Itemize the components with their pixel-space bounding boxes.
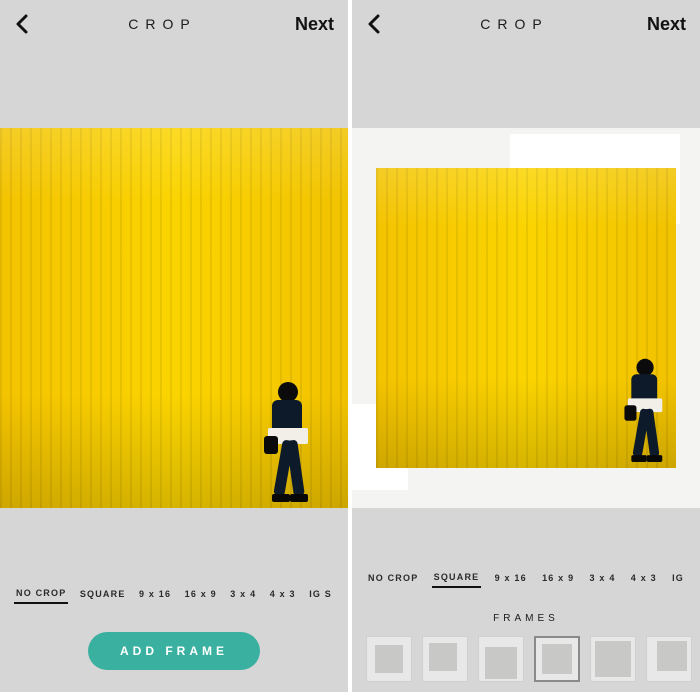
ratio-3x4[interactable]: 3 x 4 <box>588 569 618 587</box>
aspect-ratio-row: NO CROP SQUARE 9 x 16 16 x 9 3 x 4 4 x 3… <box>352 568 700 588</box>
ratio-16x9[interactable]: 16 x 9 <box>540 569 576 587</box>
topbar: CROP Next <box>352 0 700 48</box>
frames-section-label: FRAMES <box>352 613 700 624</box>
crop-preview[interactable] <box>0 128 348 508</box>
next-button[interactable]: Next <box>295 14 334 35</box>
frame-thumb-3[interactable] <box>478 636 524 682</box>
ratio-4x3[interactable]: 4 x 3 <box>268 585 298 603</box>
screen-crop-left: CROP Next NO CROP SQUARE 9 x 16 16 x 9 3… <box>0 0 348 692</box>
frames-row <box>352 636 700 682</box>
ratio-no-crop[interactable]: NO CROP <box>366 569 420 587</box>
ratio-ig[interactable]: IG S <box>307 585 334 603</box>
back-icon[interactable] <box>14 14 30 34</box>
person-figure <box>628 359 664 462</box>
ratio-square[interactable]: SQUARE <box>432 568 482 588</box>
ratio-3x4[interactable]: 3 x 4 <box>228 585 258 603</box>
frame-thumb-5[interactable] <box>590 636 636 682</box>
add-frame-button[interactable]: ADD FRAME <box>88 632 260 670</box>
frame-preview[interactable] <box>352 128 700 508</box>
ratio-square[interactable]: SQUARE <box>78 585 128 603</box>
screen-crop-right: CROP Next NO CROP SQUARE 9 x 16 16 x 9 3… <box>352 0 700 692</box>
page-title: CROP <box>128 16 196 32</box>
aspect-ratio-row: NO CROP SQUARE 9 x 16 16 x 9 3 x 4 4 x 3… <box>0 584 348 604</box>
ratio-ig[interactable]: IG <box>670 569 686 587</box>
ratio-9x16[interactable]: 9 x 16 <box>137 585 173 603</box>
photo <box>376 168 676 468</box>
photo <box>0 128 348 508</box>
frame-thumb-4[interactable] <box>534 636 580 682</box>
ratio-16x9[interactable]: 16 x 9 <box>183 585 219 603</box>
ratio-4x3[interactable]: 4 x 3 <box>629 569 659 587</box>
ratio-no-crop[interactable]: NO CROP <box>14 584 68 604</box>
topbar: CROP Next <box>0 0 348 48</box>
ratio-9x16[interactable]: 9 x 16 <box>493 569 529 587</box>
person-figure <box>268 382 310 502</box>
frame-thumb-2[interactable] <box>422 636 468 682</box>
next-button[interactable]: Next <box>647 14 686 35</box>
frame-thumb-6[interactable] <box>646 636 692 682</box>
frame-thumb-1[interactable] <box>366 636 412 682</box>
page-title: CROP <box>480 16 548 32</box>
back-icon[interactable] <box>366 14 382 34</box>
